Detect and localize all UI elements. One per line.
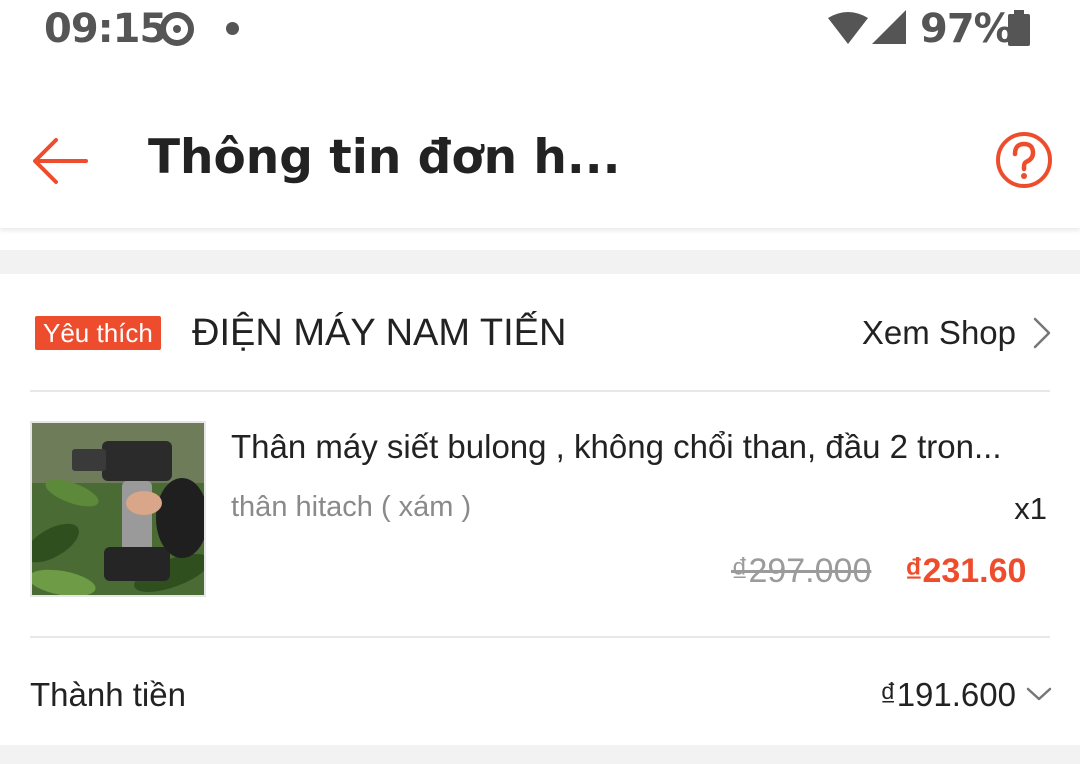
favorite-badge: Yêu thích <box>35 316 161 350</box>
signal-icon <box>872 10 906 44</box>
circle-status-icon <box>160 12 194 46</box>
divider <box>30 390 1050 392</box>
product-quantity: x1 <box>1014 491 1047 526</box>
page-title: Thông tin đơn h... <box>148 130 621 185</box>
product-photo <box>32 423 204 595</box>
order-total-label: Thành tiền <box>30 676 186 713</box>
status-time: 09:15 <box>44 6 167 52</box>
chevron-right-icon <box>1033 317 1051 349</box>
sale-price: ₫231.60 <box>905 552 1027 590</box>
battery-percent: 97% <box>920 6 1014 52</box>
view-shop-button[interactable]: Xem Shop <box>862 314 1052 352</box>
section-separator <box>0 745 1080 764</box>
product-name[interactable]: Thân máy siết bulong , không chổi than, … <box>231 428 1041 466</box>
chevron-down-icon[interactable] <box>1026 686 1052 702</box>
wifi-icon <box>828 12 868 44</box>
shop-name: ĐIỆN MÁY NAM TIẾN <box>192 312 567 354</box>
order-total-row[interactable]: Thành tiền ₫191.600 <box>0 640 1080 744</box>
shop-row: Yêu thích ĐIỆN MÁY NAM TIẾN Xem Shop <box>0 274 1080 390</box>
order-total-value: ₫191.600 <box>879 676 1016 713</box>
original-price: ₫297.000 <box>731 552 872 590</box>
battery-icon <box>1008 10 1030 46</box>
product-variant: thân hitach ( xám ) <box>231 491 472 523</box>
app-header: Thông tin đơn h... <box>0 60 1080 228</box>
product-image[interactable] <box>30 421 206 597</box>
notification-dot-icon <box>226 22 239 35</box>
section-separator <box>0 250 1080 274</box>
help-icon[interactable] <box>994 130 1054 190</box>
divider <box>30 636 1050 638</box>
view-shop-label: Xem Shop <box>861 314 1016 351</box>
back-arrow-icon[interactable] <box>30 136 90 186</box>
status-bar: 09:15 97% <box>0 0 1080 60</box>
